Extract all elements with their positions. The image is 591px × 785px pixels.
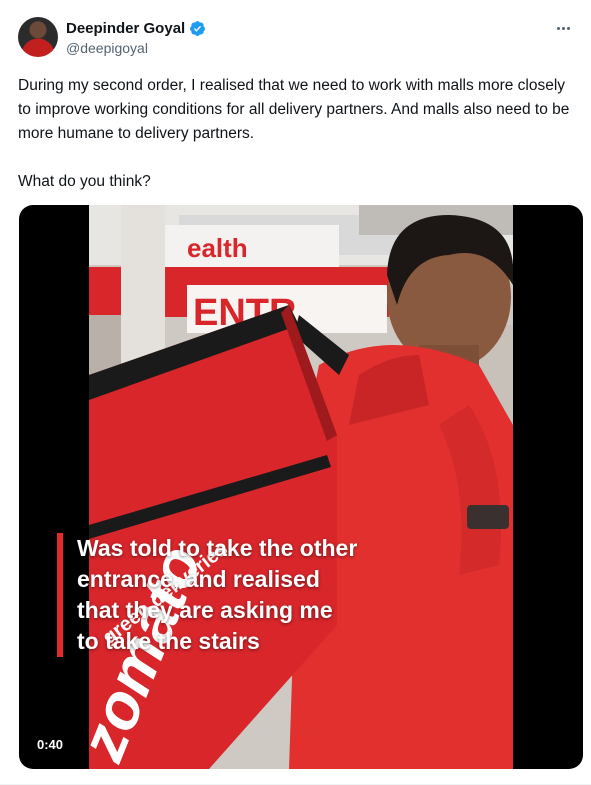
more-options-icon[interactable]	[551, 18, 575, 38]
sign-top-text: ealth	[187, 233, 248, 263]
author-handle[interactable]: @deepigoyal	[66, 40, 148, 56]
video-caption: Was told to take the other entrance, and…	[57, 533, 427, 657]
video-scene: ealth ENTR green deliveries zomato	[89, 205, 513, 769]
video-frame: ealth ENTR green deliveries zomato	[89, 205, 513, 769]
author-name[interactable]: Deepinder Goyal	[66, 20, 185, 37]
avatar[interactable]	[18, 17, 58, 57]
caption-line: that they are asking me	[77, 597, 333, 623]
tweet-paragraph: What do you think?	[18, 173, 151, 190]
tweet-text: During my second order, I realised that …	[18, 74, 578, 218]
caption-line: Was told to take the other	[77, 535, 358, 561]
caption-line: entrance, and realised	[77, 566, 320, 592]
author-name-row: Deepinder Goyal	[66, 20, 206, 37]
verified-badge-icon	[190, 21, 206, 36]
tweet-card: Deepinder Goyal @deepigoyal During my se…	[0, 0, 591, 785]
tweet-paragraph: During my second order, I realised that …	[18, 77, 570, 142]
video-duration: 0:40	[31, 734, 70, 755]
video-player[interactable]: ealth ENTR green deliveries zomato Was t…	[19, 205, 583, 769]
caption-line: to take the stairs	[77, 628, 260, 654]
